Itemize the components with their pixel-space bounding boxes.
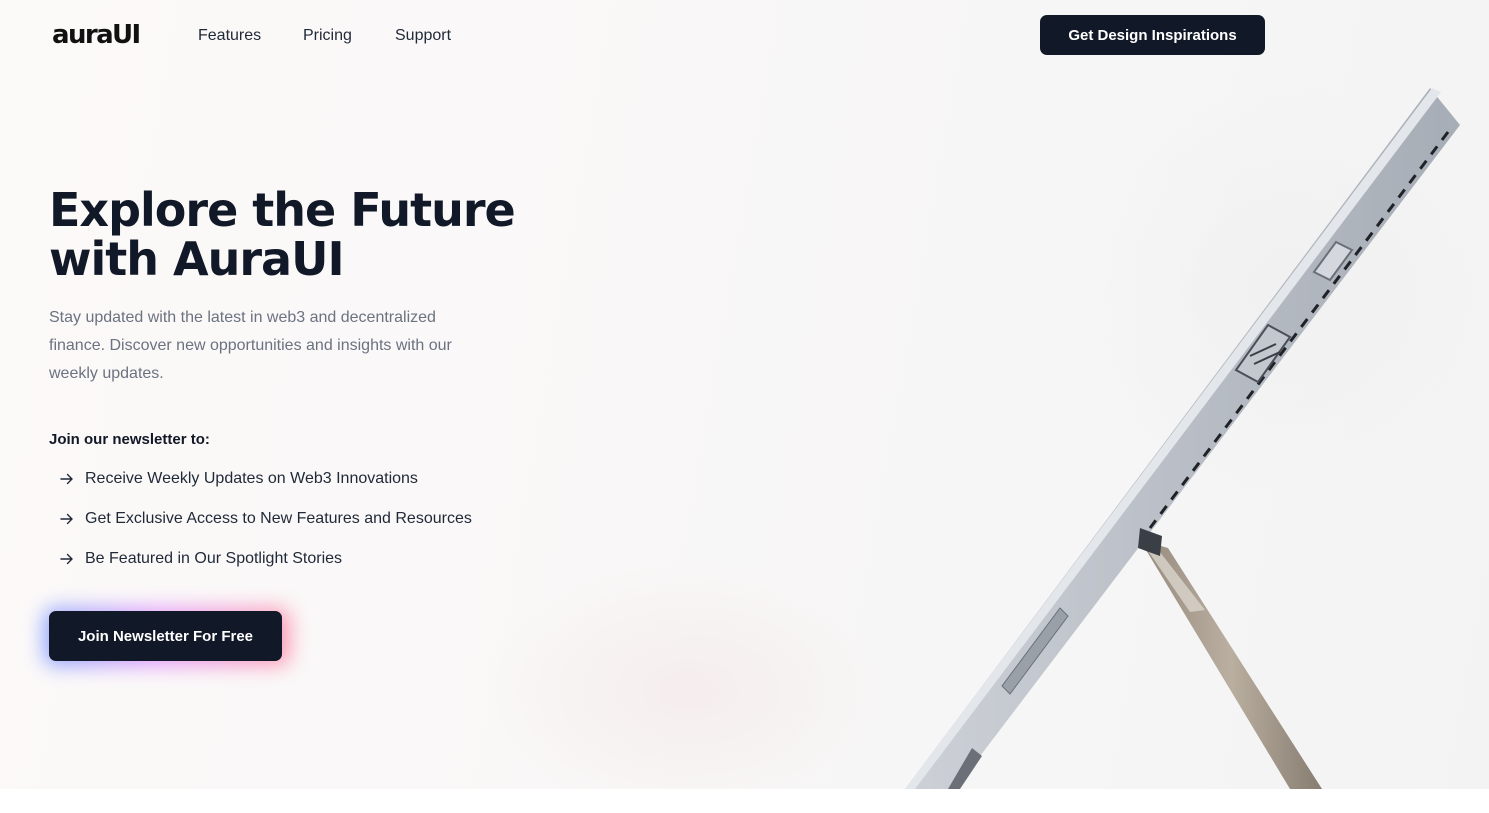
benefit-text: Receive Weekly Updates on Web3 Innovatio… — [85, 470, 418, 487]
list-item: Be Featured in Our Spotlight Stories — [60, 547, 472, 571]
join-newsletter-button[interactable]: Join Newsletter For Free — [49, 611, 282, 661]
nav-link-pricing[interactable]: Pricing — [303, 26, 352, 46]
arrow-right-icon — [60, 472, 74, 486]
logo[interactable]: auraUI — [52, 20, 141, 50]
arrow-right-icon — [60, 512, 74, 526]
nav-link-features[interactable]: Features — [198, 26, 261, 46]
benefit-text: Get Exclusive Access to New Features and… — [85, 510, 472, 527]
hero-title: Explore the Future with AuraUI — [49, 186, 569, 284]
list-item: Get Exclusive Access to New Features and… — [60, 507, 472, 531]
get-design-inspirations-button[interactable]: Get Design Inspirations — [1040, 15, 1265, 55]
benefits-list: Receive Weekly Updates on Web3 Innovatio… — [60, 467, 472, 587]
newsletter-heading: Join our newsletter to: — [49, 431, 210, 448]
arrow-right-icon — [60, 552, 74, 566]
hero-section: auraUI Features Pricing Support Get Desi… — [0, 0, 1489, 789]
hero-subtitle: Stay updated with the latest in web3 and… — [49, 309, 452, 382]
tablet-device-image — [905, 88, 1460, 789]
nav-link-support[interactable]: Support — [395, 26, 451, 46]
benefit-text: Be Featured in Our Spotlight Stories — [85, 550, 343, 567]
hero-title-line-1: Explore the Future — [49, 183, 516, 237]
hero-title-line-2: with AuraUI — [49, 232, 345, 286]
list-item: Receive Weekly Updates on Web3 Innovatio… — [60, 467, 472, 491]
